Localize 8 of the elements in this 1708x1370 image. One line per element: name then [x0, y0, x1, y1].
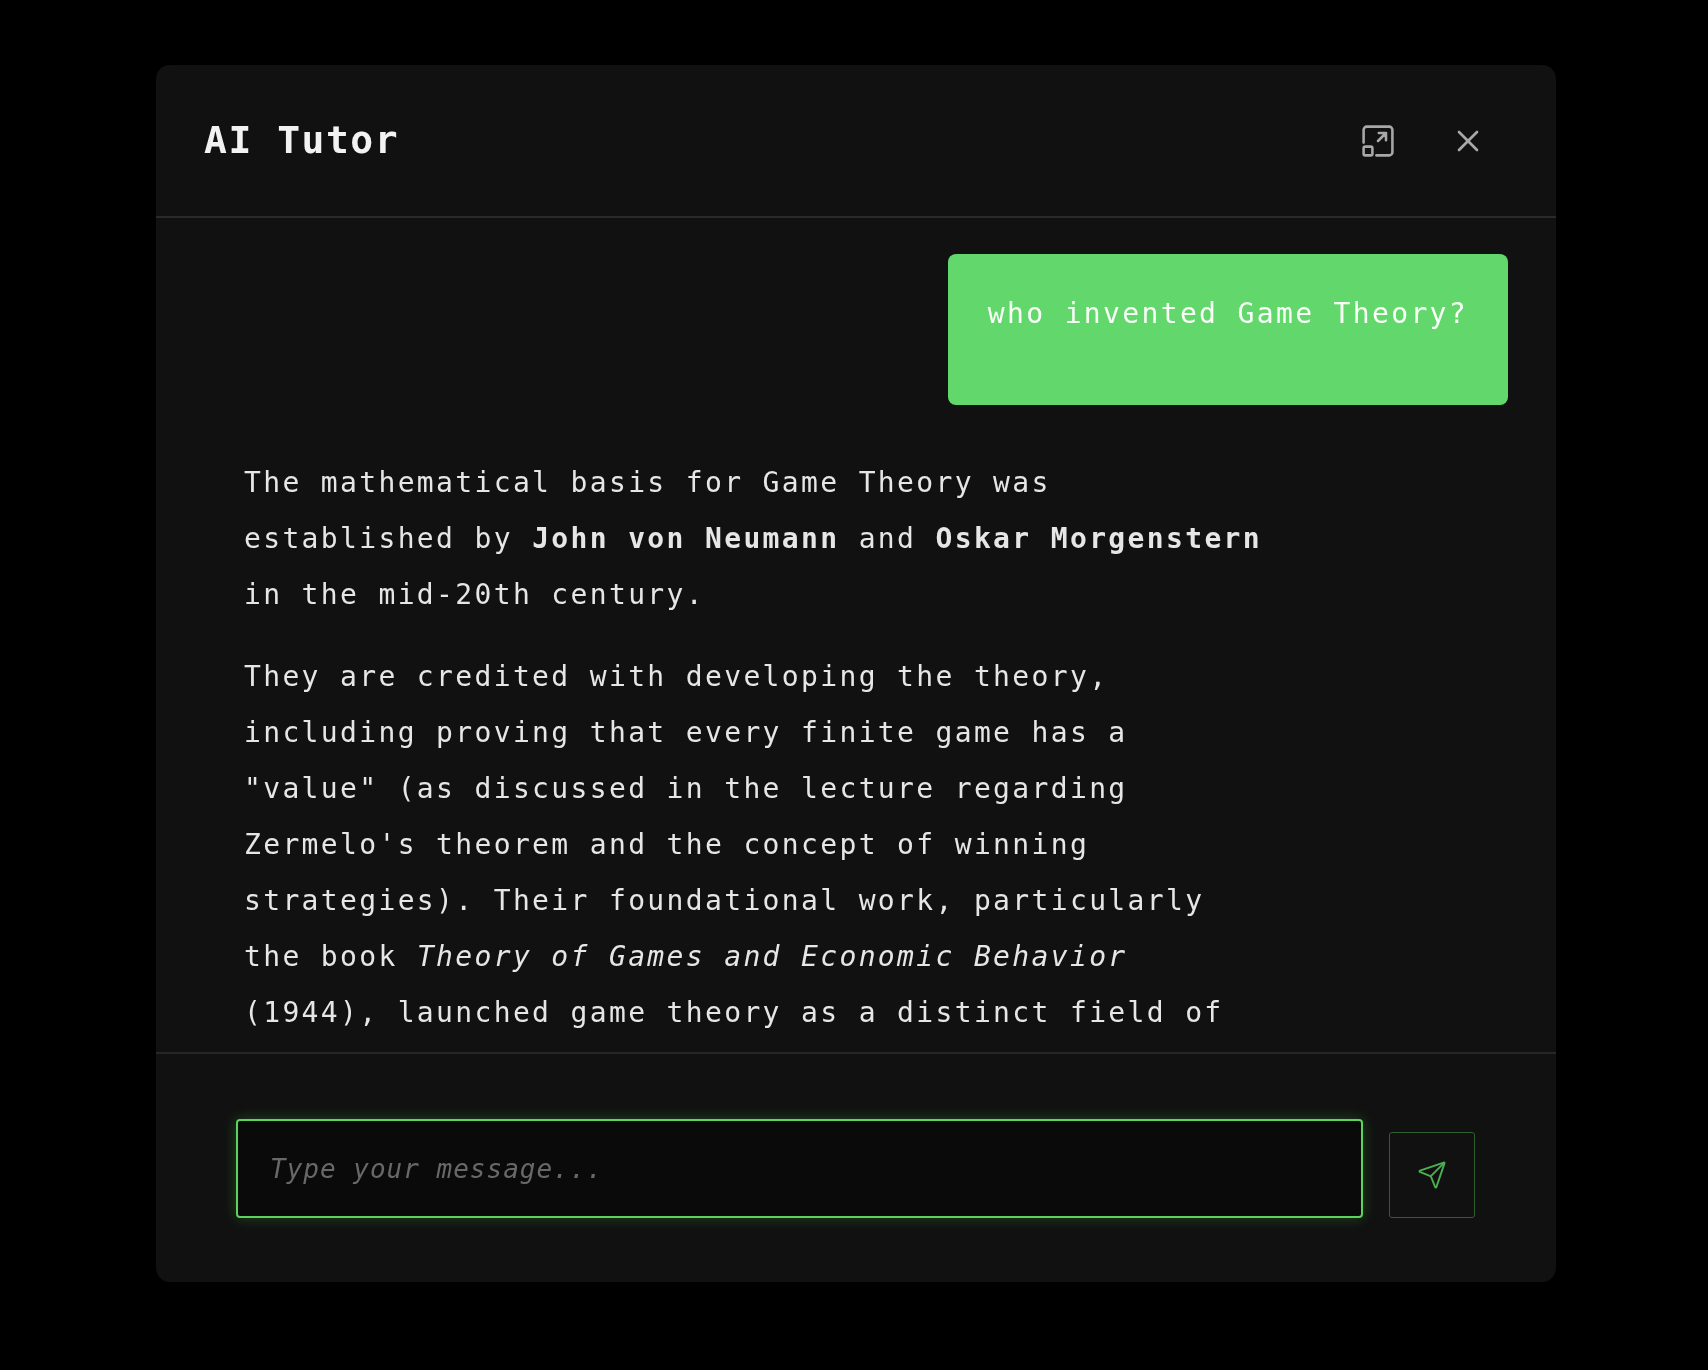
- user-message-text: who invented Game Theory?: [987, 296, 1468, 332]
- assistant-paragraph: The mathematical basis for Game Theory was established by John von Neumann and Oskar Morgenstern in the mid-20th century.: [244, 465, 1264, 613]
- message-input-field[interactable]: Type your message...: [236, 1119, 1363, 1218]
- dialog-title: AI Tutor: [204, 117, 400, 164]
- send-icon: [1417, 1160, 1447, 1190]
- assistant-paragraph: They are credited with developing the theory, including proving that every finite game has a "value" (as discussed in the lecture regarding Zermelo's theorem and the concept of winning strategies). Their foundational work, particularly the book Theory of Games and Economic Behavior (1944), launched game theory as a distinct field of: [244, 659, 1225, 1031]
- expand-icon[interactable]: [1362, 124, 1394, 157]
- send-button[interactable]: [1389, 1132, 1475, 1218]
